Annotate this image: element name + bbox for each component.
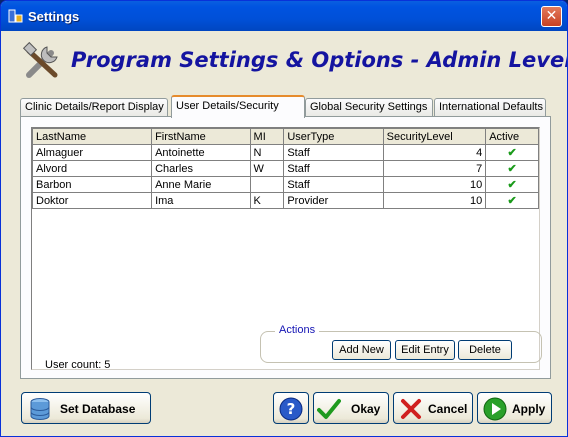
tools-icon <box>22 41 58 78</box>
delete-button[interactable]: Delete <box>458 340 512 360</box>
column-header-mi[interactable]: MI <box>249 128 285 145</box>
cell-mi: N <box>249 144 285 161</box>
title-bar[interactable]: Settings ✕ <box>1 1 567 31</box>
database-icon <box>30 398 50 420</box>
x-icon <box>401 399 421 419</box>
window-title: Settings <box>28 9 80 24</box>
cell-active[interactable]: ✔ <box>485 160 539 177</box>
column-header-lastname[interactable]: LastName <box>31 128 153 145</box>
user-details-panel: LastName FirstName MI UserType SecurityL… <box>20 116 551 379</box>
actions-group: Actions Add New Edit Entry Delete <box>260 324 542 363</box>
edit-entry-button[interactable]: Edit Entry <box>395 340 455 360</box>
cell-lastname: Barbon <box>31 176 153 193</box>
cell-active[interactable]: ✔ <box>485 176 539 193</box>
check-icon: ✔ <box>507 179 517 191</box>
tab-global-security[interactable]: Global Security Settings <box>305 98 433 117</box>
cell-securitylevel: 10 <box>382 176 487 193</box>
cell-securitylevel: 10 <box>382 192 487 209</box>
check-icon: ✔ <box>507 147 517 159</box>
add-new-button[interactable]: Add New <box>332 340 391 360</box>
check-icon <box>317 399 341 419</box>
cell-usertype: Staff <box>283 144 384 161</box>
close-icon: ✕ <box>545 8 558 24</box>
cell-active[interactable]: ✔ <box>485 192 539 209</box>
tab-international-defaults[interactable]: International Defaults <box>434 98 546 117</box>
tab-user-details[interactable]: User Details/Security <box>171 95 305 118</box>
table-row[interactable]: Alvord Charles W Staff 7 ✔ <box>31 160 539 177</box>
okay-label: Okay <box>351 402 381 416</box>
help-button[interactable]: ? <box>273 392 309 424</box>
set-database-label: Set Database <box>60 402 136 416</box>
tab-clinic-details[interactable]: Clinic Details/Report Display <box>20 98 168 117</box>
table-row[interactable]: Barbon Anne Marie Staff 10 ✔ <box>31 176 539 193</box>
cell-usertype: Staff <box>283 176 384 193</box>
cell-lastname: Alvord <box>31 160 153 177</box>
users-grid[interactable]: LastName FirstName MI UserType SecurityL… <box>31 127 542 371</box>
cell-lastname: Doktor <box>31 192 153 209</box>
cell-firstname: Antoinette <box>151 144 251 161</box>
column-header-securitylevel[interactable]: SecurityLevel <box>382 128 487 145</box>
table-header-row: LastName FirstName MI UserType SecurityL… <box>31 128 539 145</box>
tab-strip: Clinic Details/Report Display User Detai… <box>20 95 550 118</box>
actions-legend: Actions <box>275 324 320 336</box>
table-row[interactable]: Doktor Ima K Provider 10 ✔ <box>31 192 539 209</box>
set-database-button[interactable]: Set Database <box>21 392 151 424</box>
cell-mi: K <box>249 192 285 209</box>
cancel-label: Cancel <box>428 402 468 416</box>
column-header-firstname[interactable]: FirstName <box>151 128 251 145</box>
close-button[interactable]: ✕ <box>541 6 562 27</box>
cancel-button[interactable]: Cancel <box>393 392 473 424</box>
page-header: Program Settings & Options - Admin Level <box>21 39 567 85</box>
cell-mi <box>249 176 285 193</box>
help-icon: ? <box>279 397 303 421</box>
play-arrow-icon <box>483 397 507 421</box>
okay-button[interactable]: Okay <box>313 392 389 424</box>
page-title: Program Settings & Options - Admin Level <box>71 48 568 72</box>
cell-firstname: Anne Marie <box>151 176 251 193</box>
settings-app-icon <box>8 9 23 23</box>
apply-label: Apply <box>512 402 546 416</box>
cell-lastname: Almaguer <box>31 144 153 161</box>
cell-securitylevel: 4 <box>382 144 487 161</box>
users-table: LastName FirstName MI UserType SecurityL… <box>31 128 539 209</box>
cell-active[interactable]: ✔ <box>485 144 539 161</box>
table-row[interactable]: Almaguer Antoinette N Staff 4 ✔ <box>31 144 539 161</box>
settings-window: Settings ✕ Program Settings & Options - … <box>0 0 568 437</box>
column-header-usertype[interactable]: UserType <box>283 128 384 145</box>
cell-usertype: Provider <box>283 192 384 209</box>
svg-text:?: ? <box>287 400 296 418</box>
cell-firstname: Charles <box>151 160 251 177</box>
check-icon: ✔ <box>507 163 517 175</box>
cell-usertype: Staff <box>283 160 384 177</box>
cell-securitylevel: 7 <box>382 160 487 177</box>
user-count: User count: 5 <box>45 359 111 371</box>
check-icon: ✔ <box>507 195 517 207</box>
cell-mi: W <box>249 160 285 177</box>
cell-firstname: Ima <box>151 192 251 209</box>
column-header-active[interactable]: Active <box>485 128 539 145</box>
apply-button[interactable]: Apply <box>477 392 552 424</box>
